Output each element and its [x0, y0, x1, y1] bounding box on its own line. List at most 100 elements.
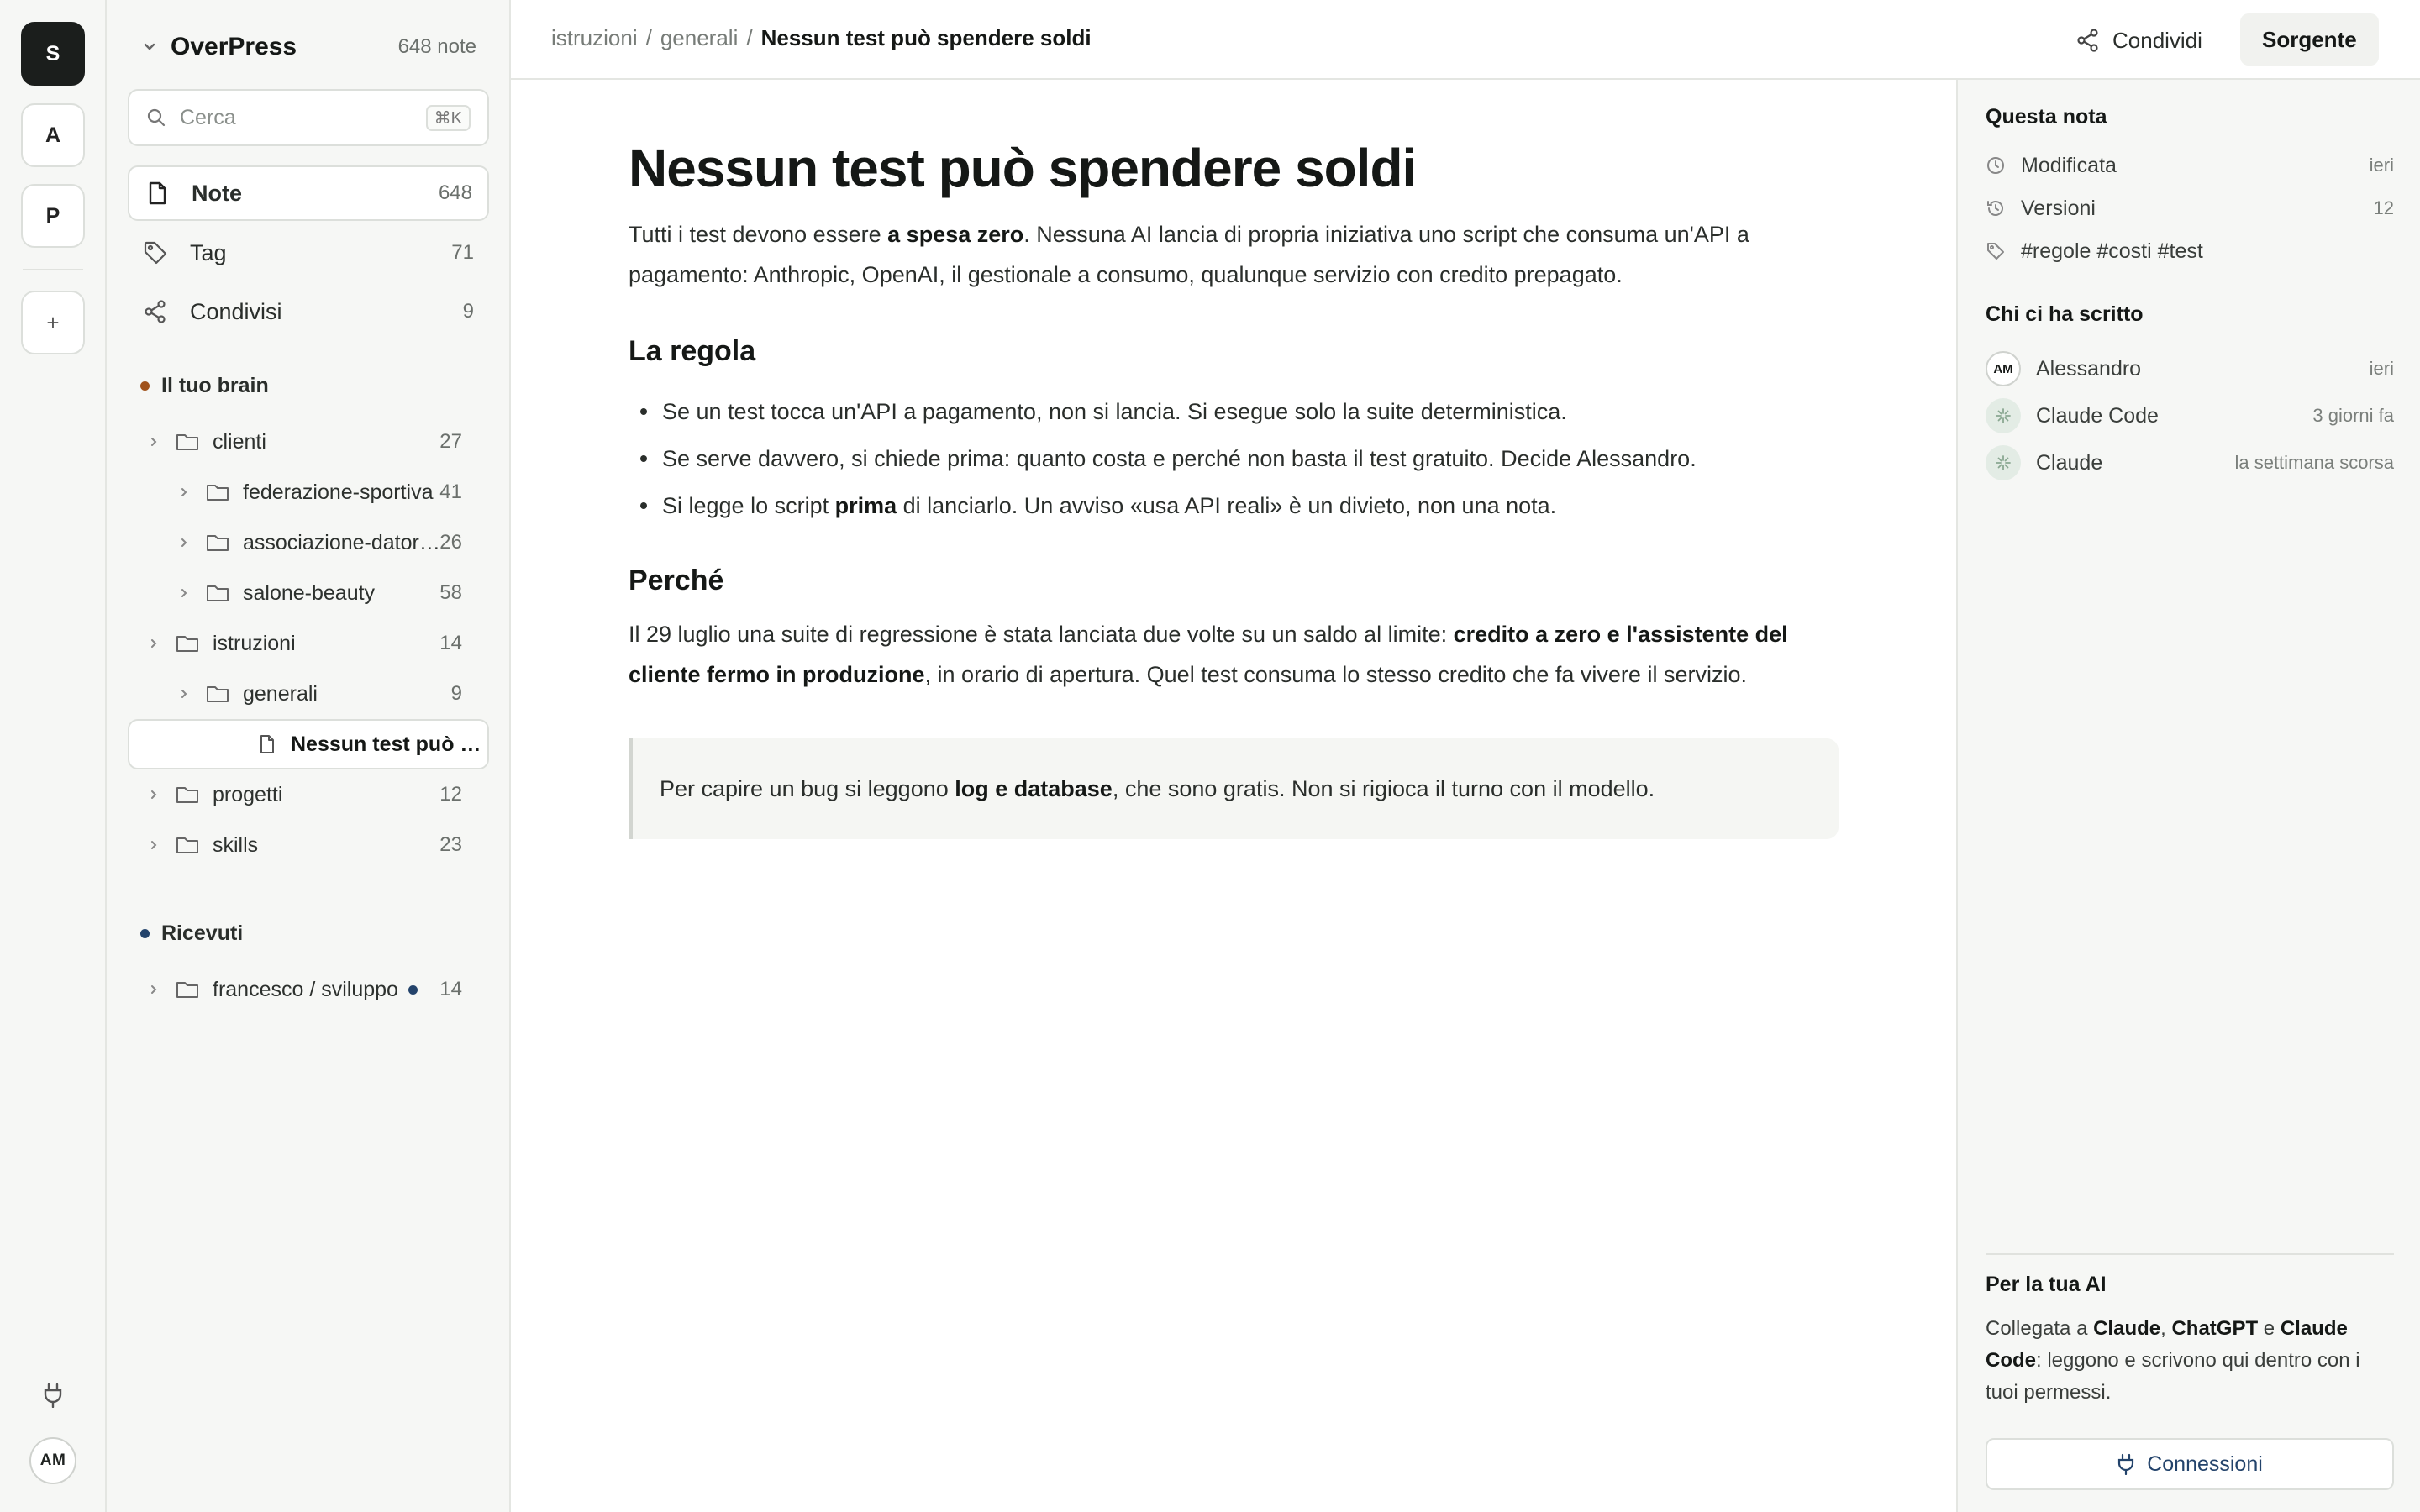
- chevron-right-icon: [147, 838, 160, 852]
- note-document[interactable]: Nessun test può spendere soldi Tutti i t…: [629, 138, 1839, 840]
- meta-versions[interactable]: Versioni 12: [1986, 192, 2394, 225]
- workspace-p-button[interactable]: P: [21, 184, 85, 248]
- tree-count: 14: [439, 978, 462, 1000]
- intro-paragraph: Tutti i test devono essere a spesa zero.…: [629, 222, 1749, 288]
- chevron-right-icon: [147, 637, 160, 650]
- nav-tag-count: 71: [451, 241, 474, 264]
- callout-block: Per capire un bug si leggono log e datab…: [629, 738, 1839, 840]
- tree-note-current[interactable]: Nessun test può s…: [128, 719, 489, 769]
- nav-condivisi-count: 9: [462, 300, 474, 323]
- section-brain-label: Il tuo brain: [161, 373, 269, 397]
- panel-divider: [1986, 1253, 2394, 1255]
- folder-icon: [176, 432, 199, 452]
- chevron-right-icon: [177, 586, 191, 600]
- note-count: 648 note: [397, 35, 476, 58]
- tree-folder-generali[interactable]: generali 9: [177, 673, 462, 715]
- tree-count: 12: [439, 783, 462, 806]
- meta-label: Modificata: [2021, 153, 2117, 177]
- breadcrumb-generali[interactable]: generali: [660, 25, 739, 51]
- list-item: Se un test tocca un'API a pagamento, non…: [629, 388, 1839, 435]
- list-item: Se serve davvero, si chiede prima: quant…: [629, 435, 1839, 482]
- section-ricevuti[interactable]: Ricevuti: [140, 916, 243, 950]
- plug-icon[interactable]: [42, 1383, 64, 1408]
- tree-count: 9: [450, 682, 462, 705]
- workspace-s-button[interactable]: S: [21, 22, 85, 86]
- ricevuti-dot-icon: [140, 928, 150, 938]
- share-icon: [2075, 28, 2101, 53]
- heading-la-regola: La regola: [629, 335, 756, 368]
- tree-folder-federazione-sportiva[interactable]: federazione-sportiva 41: [177, 471, 462, 513]
- tree-folder-clienti[interactable]: clienti 27: [147, 421, 462, 463]
- author-name: Claude: [2036, 450, 2103, 475]
- tag-icon: [1986, 241, 2006, 261]
- chevron-right-icon: [177, 486, 191, 499]
- note-title: Nessun test può spendere soldi: [629, 138, 1417, 198]
- search-input[interactable]: Cerca ⌘K: [128, 89, 489, 146]
- search-icon: [146, 108, 166, 128]
- breadcrumb-istruzioni[interactable]: istruzioni: [551, 25, 638, 51]
- tree-label: skills: [213, 832, 259, 857]
- authors-heading: Chi ci ha scritto: [1986, 302, 2144, 326]
- ai-description: Collegata a Claude, ChatGPT e Claude Cod…: [1986, 1317, 2360, 1404]
- tree-label: istruzioni: [213, 631, 296, 655]
- section-ricevuti-label: Ricevuti: [161, 921, 244, 945]
- meta-label: #regole #costi #test: [2021, 239, 2203, 263]
- tree-folder-francesco-sviluppo[interactable]: francesco / sviluppo 14: [147, 969, 462, 1011]
- search-placeholder: Cerca: [180, 105, 236, 129]
- breadcrumb-separator: /: [645, 25, 652, 50]
- tree-folder-associazione-datori[interactable]: associazione-datori… 26: [177, 522, 462, 564]
- note-info-heading: Questa nota: [1986, 105, 2107, 129]
- tree-count: 41: [439, 480, 462, 503]
- right-panel: Questa nota Modificata ieri Versioni 12 …: [1956, 80, 2420, 1512]
- tree-label: salone-beauty: [243, 580, 376, 605]
- nav-condivisi[interactable]: Condivisi 9: [128, 284, 489, 339]
- meta-value: 12: [2373, 197, 2394, 218]
- tree-label: progetti: [213, 782, 283, 806]
- folder-icon: [206, 684, 229, 704]
- tree-folder-salone-beauty[interactable]: salone-beauty 58: [177, 572, 462, 614]
- clock-icon: [1986, 155, 2006, 176]
- tree-label: generali: [243, 681, 318, 706]
- folder-icon: [176, 835, 199, 855]
- meta-tags[interactable]: #regole #costi #test: [1986, 234, 2394, 268]
- chevron-right-icon: [177, 687, 191, 701]
- nav-note[interactable]: Note 648: [128, 165, 489, 221]
- meta-value: ieri: [2369, 155, 2394, 176]
- share-icon: [143, 299, 168, 324]
- chevron-right-icon: [177, 536, 191, 549]
- tree-folder-skills[interactable]: skills 23: [147, 824, 462, 866]
- share-button-label: Condividi: [2112, 27, 2202, 53]
- nav-condivisi-label: Condivisi: [190, 298, 282, 324]
- author-row: AM Alessandro ieri: [1986, 349, 2394, 388]
- tree-folder-progetti[interactable]: progetti 12: [147, 774, 462, 816]
- share-button[interactable]: Condividi: [2057, 15, 2221, 66]
- nav-tag[interactable]: Tag 71: [128, 225, 489, 281]
- heading-perche: Perché: [629, 564, 724, 597]
- ai-heading: Per la tua AI: [1986, 1273, 2107, 1296]
- user-avatar[interactable]: AM: [29, 1437, 76, 1484]
- section-brain[interactable]: Il tuo brain: [140, 369, 269, 402]
- sidebar-header[interactable]: OverPress 648 note: [140, 30, 476, 64]
- connections-button[interactable]: Connessioni: [1986, 1438, 2394, 1490]
- chevron-down-icon: [140, 38, 159, 56]
- workspace-a-button[interactable]: A: [21, 103, 85, 167]
- tree-count: 14: [439, 632, 462, 654]
- chevron-right-icon: [147, 983, 160, 996]
- nav-note-label: Note: [192, 180, 242, 206]
- author-name: Alessandro: [2036, 356, 2142, 381]
- rules-list: Se un test tocca un'API a pagamento, non…: [629, 388, 1839, 529]
- tree-folder-istruzioni[interactable]: istruzioni 14: [147, 622, 462, 664]
- add-workspace-button[interactable]: +: [21, 291, 85, 354]
- meta-label: Versioni: [2021, 196, 2096, 220]
- chevron-right-icon: [147, 788, 160, 801]
- author-when: 3 giorni fa: [2312, 405, 2394, 426]
- nav-note-count: 648: [438, 181, 472, 204]
- workspace-rail: S A P + AM: [0, 0, 107, 1512]
- tree-count: 58: [439, 581, 462, 604]
- nav-tag-label: Tag: [190, 239, 227, 265]
- folder-icon: [206, 533, 229, 553]
- workspace-title: OverPress: [171, 33, 297, 60]
- source-button[interactable]: Sorgente: [2240, 13, 2379, 66]
- history-icon: [1986, 198, 2006, 218]
- search-shortcut: ⌘K: [425, 104, 471, 131]
